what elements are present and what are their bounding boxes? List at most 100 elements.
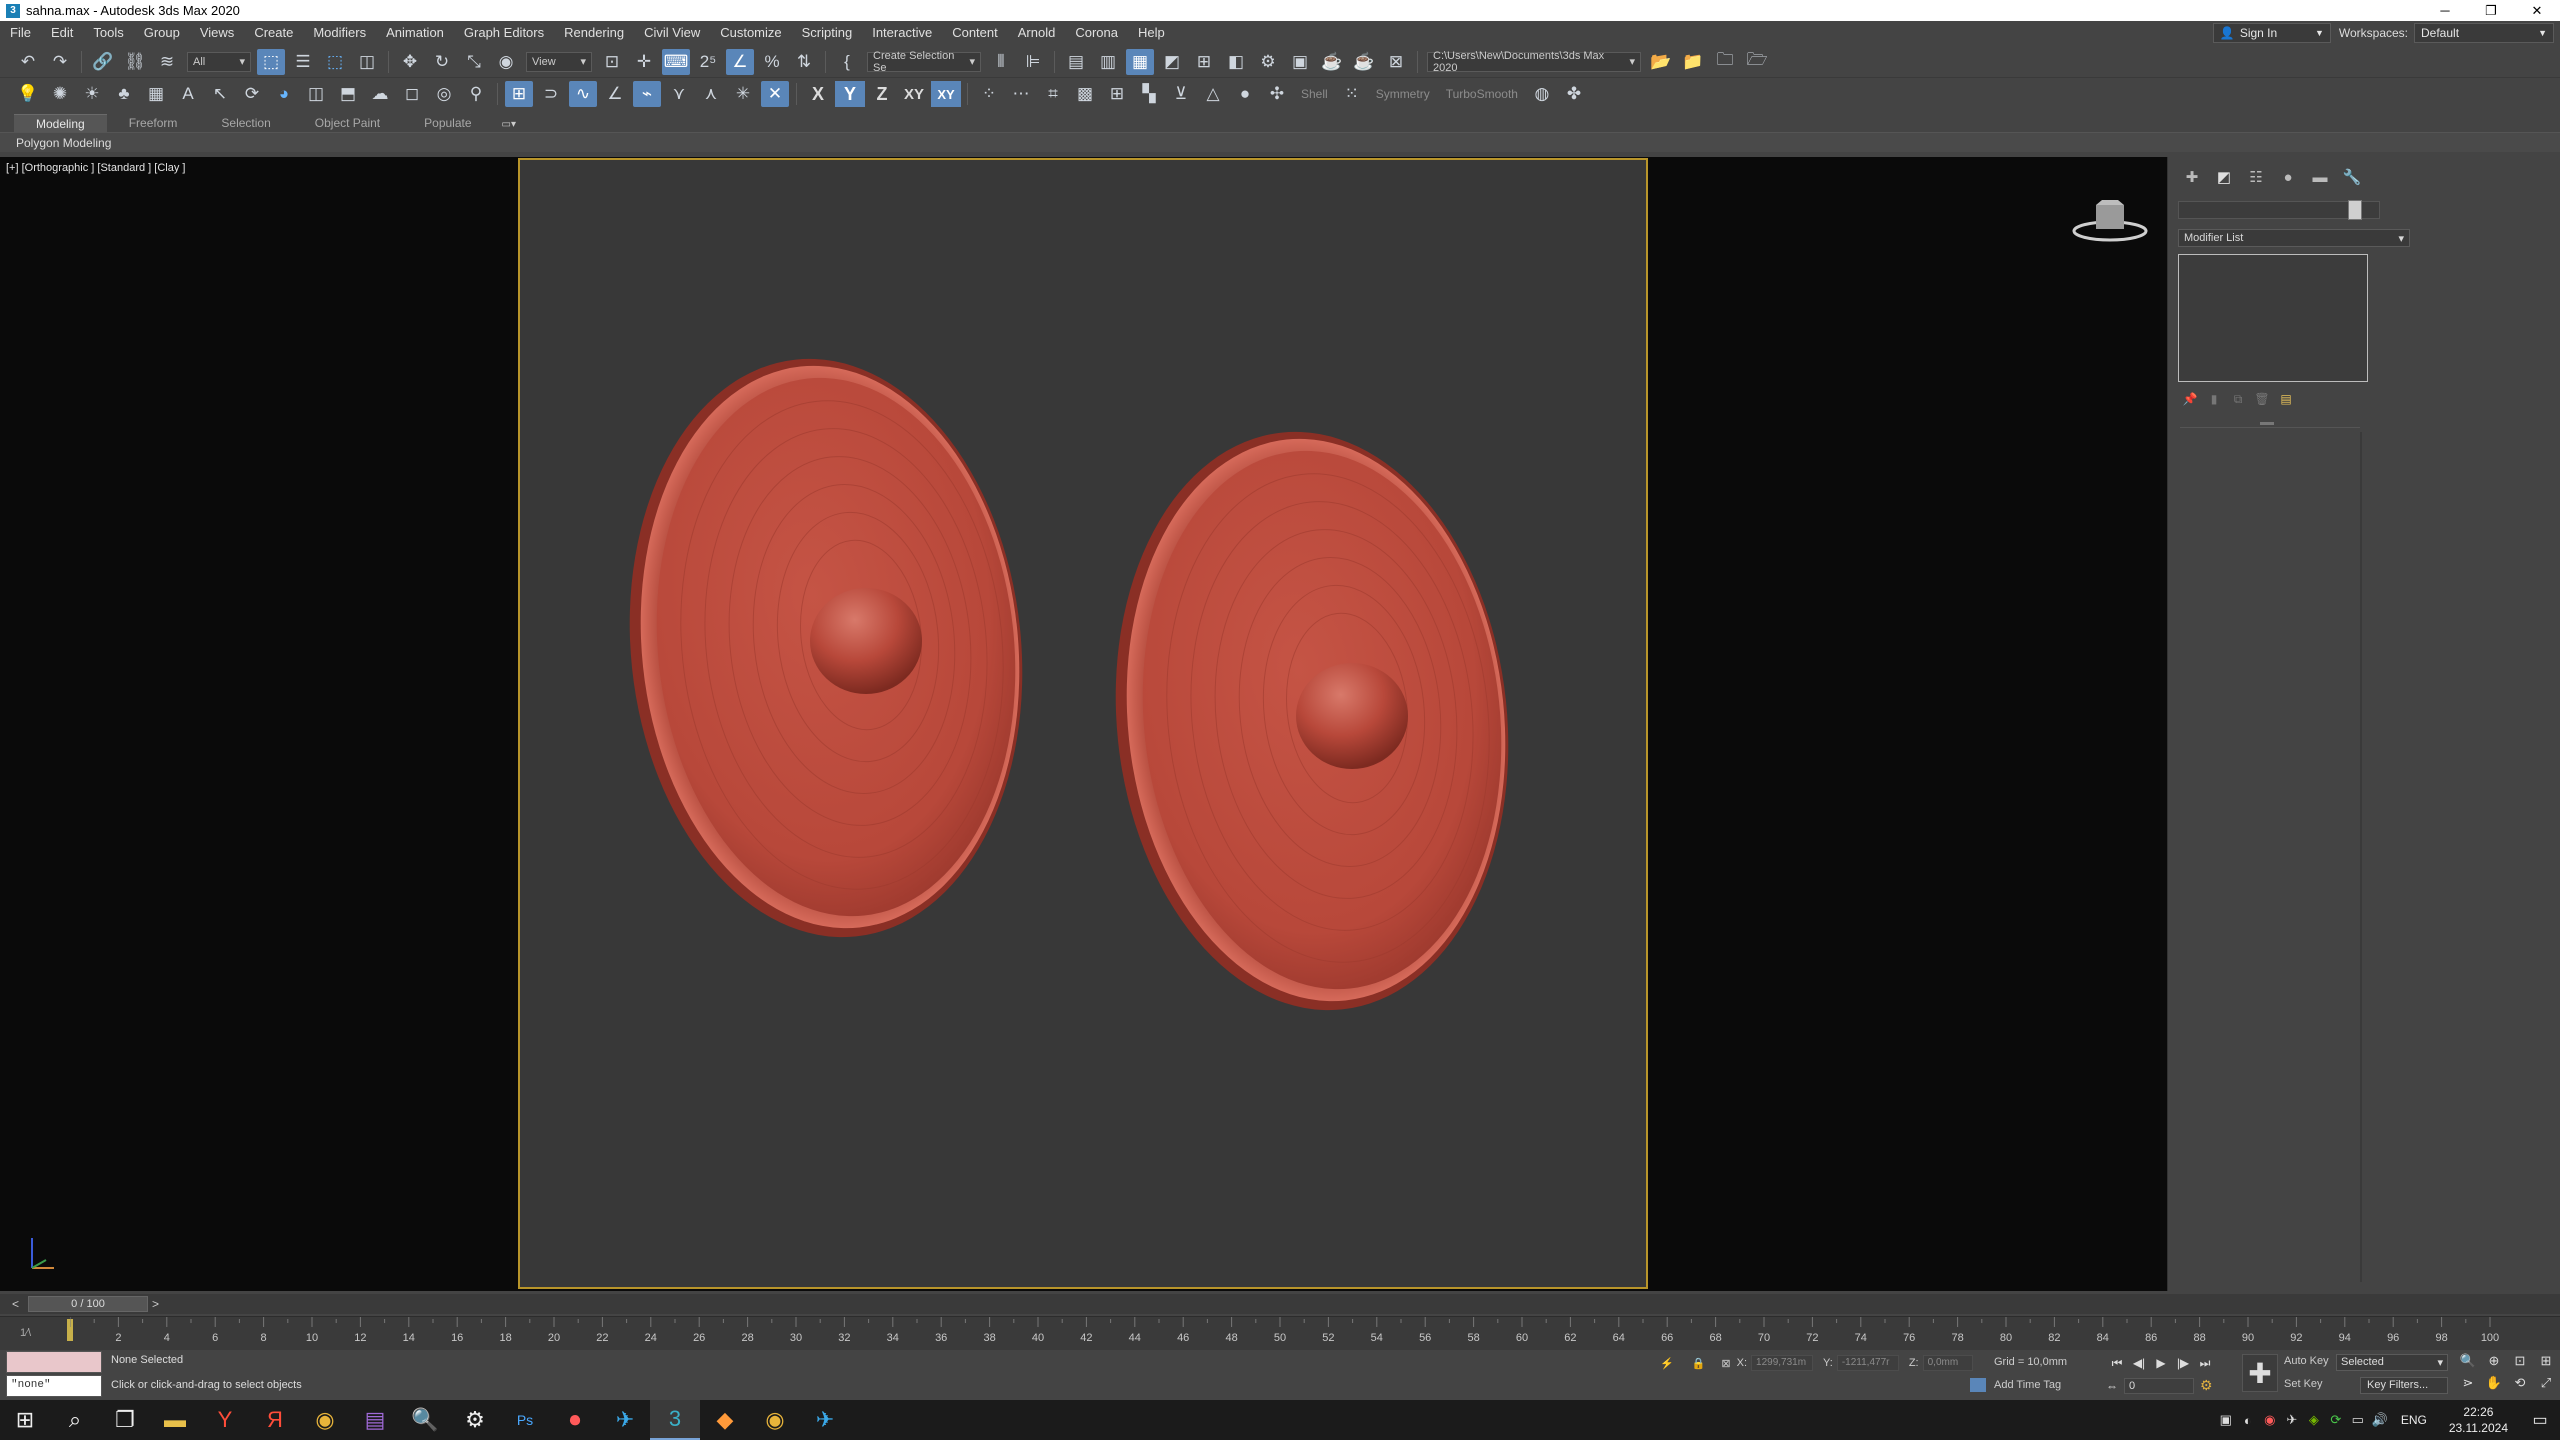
constraint-icon[interactable]: ✳: [729, 81, 757, 107]
cloud-tool-icon[interactable]: ☁: [366, 81, 394, 107]
axis-xy-plane-button[interactable]: XY: [931, 81, 961, 107]
grid-snap-icon[interactable]: ⊞: [505, 81, 533, 107]
ribbon-tab-populate[interactable]: Populate: [402, 114, 493, 132]
open-project-icon[interactable]: 📂: [1647, 49, 1675, 75]
shell-label[interactable]: Shell: [1301, 87, 1328, 101]
absolute-mode-icon[interactable]: ⊠: [1721, 1357, 1730, 1370]
scene-explorer-icon[interactable]: ▤: [1062, 49, 1090, 75]
light-icon[interactable]: 💡: [14, 81, 42, 107]
tray-yandex-icon[interactable]: ◉: [2259, 1400, 2281, 1440]
polygon-modeling-label[interactable]: Polygon Modeling: [16, 136, 111, 150]
telegram-icon[interactable]: ✈: [600, 1400, 650, 1440]
orbit-icon[interactable]: ⟲: [2508, 1374, 2532, 1392]
bind-space-warp-icon[interactable]: ≋: [153, 49, 181, 75]
render-iterative-icon[interactable]: ☕: [1350, 49, 1378, 75]
viewcube[interactable]: [2070, 195, 2150, 245]
select-manipulate-icon[interactable]: ✛: [630, 49, 658, 75]
tray-nvidia-icon[interactable]: ◈: [2303, 1400, 2325, 1440]
modifier-stack[interactable]: [2178, 254, 2368, 382]
menu-help[interactable]: Help: [1128, 21, 1175, 45]
plane-tool-icon[interactable]: ◫: [302, 81, 330, 107]
next-frame-button-icon[interactable]: |▶: [2172, 1354, 2194, 1372]
axis-x-button[interactable]: X: [803, 81, 833, 107]
selection-filter-dropdown[interactable]: All ▾: [187, 51, 251, 72]
omni-light-icon[interactable]: ✺: [46, 81, 74, 107]
modifier-list-dropdown[interactable]: Modifier List ▾: [2178, 229, 2410, 247]
symmetry-label[interactable]: Symmetry: [1376, 87, 1430, 101]
menu-create[interactable]: Create: [244, 21, 303, 45]
maximize-viewport-icon[interactable]: ⤢: [2534, 1374, 2558, 1392]
select-scale-icon[interactable]: ⤡: [460, 49, 488, 75]
magnifier-icon[interactable]: 🔍: [400, 1400, 450, 1440]
modify-tab-icon[interactable]: ◩: [2208, 165, 2240, 189]
rollout-handle[interactable]: [2260, 422, 2274, 425]
pointer-tool-icon[interactable]: ↖: [206, 81, 234, 107]
start-icon[interactable]: ⊞: [0, 1400, 50, 1440]
border-mode-icon[interactable]: ⌗: [1039, 81, 1067, 107]
snap-toggle-icon[interactable]: ∿: [569, 81, 597, 107]
go-to-end-icon[interactable]: ⏭: [2194, 1354, 2216, 1372]
axis-z-button[interactable]: Z: [867, 81, 897, 107]
render-production-icon[interactable]: ☕: [1318, 49, 1346, 75]
vertex-mode-icon[interactable]: ⁘: [975, 81, 1003, 107]
search-icon[interactable]: ⌕: [50, 1400, 100, 1440]
speaker-cone-right[interactable]: [1088, 412, 1536, 1030]
next-frame-icon[interactable]: >: [152, 1297, 164, 1311]
toggle-ribbon-icon[interactable]: ▦: [1126, 48, 1154, 75]
magnet-icon[interactable]: ⊃: [537, 81, 565, 107]
tray-app-icon[interactable]: ▣: [2215, 1400, 2237, 1440]
redo-icon[interactable]: ↷: [46, 49, 74, 75]
tray-volume-icon[interactable]: 🔊: [2369, 1400, 2391, 1440]
key-filters-button[interactable]: Key Filters...: [2360, 1377, 2448, 1394]
viewport-label-menu[interactable]: [+] [Orthographic ] [Standard ] [Clay ]: [6, 162, 185, 174]
keyboard-shortcut-override-icon[interactable]: ⌨: [662, 48, 690, 75]
smooth-icon[interactable]: ◍: [1528, 81, 1556, 107]
lock-selection-icon[interactable]: 🔒: [1692, 1357, 1706, 1370]
menu-content[interactable]: Content: [942, 21, 1008, 45]
menu-views[interactable]: Views: [190, 21, 244, 45]
yandex-icon[interactable]: Я: [250, 1400, 300, 1440]
3ds-max-taskbar-icon[interactable]: 3: [650, 1400, 700, 1440]
arnold-render-icon[interactable]: ⊠: [1382, 49, 1410, 75]
minimize-button[interactable]: ─: [2422, 0, 2468, 21]
menu-edit[interactable]: Edit: [41, 21, 83, 45]
menu-civil-view[interactable]: Civil View: [634, 21, 710, 45]
mini-curve-editor-icon[interactable]: 1⁄\: [20, 1327, 31, 1339]
symmetry-tool-icon[interactable]: ⁙: [1338, 81, 1366, 107]
auto-key-button[interactable]: Auto Key: [2284, 1355, 2329, 1367]
pin-stack-icon[interactable]: 📌: [2178, 390, 2202, 408]
edit-named-selections-icon[interactable]: {: [833, 49, 861, 75]
reference-coordinate-dropdown[interactable]: View ▾: [526, 51, 592, 72]
maximize-button[interactable]: ❐: [2468, 0, 2514, 21]
select-by-name-icon[interactable]: ☰: [289, 49, 317, 75]
torus-tool-icon[interactable]: ◎: [430, 81, 458, 107]
maxscript-output[interactable]: [6, 1351, 102, 1373]
x-coordinate-field[interactable]: 1299,731m: [1751, 1355, 1814, 1371]
schematic-view-icon[interactable]: ⊞: [1190, 49, 1218, 75]
rectangular-selection-icon[interactable]: ⬚: [321, 49, 349, 75]
select-move-icon[interactable]: ✥: [396, 49, 424, 75]
pan-icon[interactable]: ✋: [2482, 1374, 2506, 1392]
unlink-icon[interactable]: ⛓: [121, 49, 149, 75]
hierarchy-tab-icon[interactable]: ☷: [2240, 165, 2272, 189]
angle-snap-icon[interactable]: ∠: [726, 48, 754, 75]
menu-animation[interactable]: Animation: [376, 21, 454, 45]
ribbon-tab-selection[interactable]: Selection: [199, 114, 292, 132]
timeline-ruler[interactable]: 2 4 6 8 10 12 14 16 18 20 22 24 26 28 30 32 34 36 38 40 42 44…: [70, 1317, 2510, 1351]
make-unique-icon[interactable]: ⧉: [2226, 390, 2250, 408]
select-object-icon[interactable]: ⬚: [257, 48, 285, 75]
isolate-selection-icon[interactable]: ⚡: [1660, 1357, 1674, 1370]
chrome-2-icon[interactable]: ◉: [750, 1400, 800, 1440]
command-panel-scrollbar[interactable]: [2360, 432, 2362, 1282]
create-tab-icon[interactable]: ✚: [2176, 165, 2208, 189]
rotate-tool-icon[interactable]: ⟳: [238, 81, 266, 107]
workspace-dropdown[interactable]: Default ▼: [2414, 23, 2554, 43]
file-explorer-icon[interactable]: ▬: [150, 1400, 200, 1440]
menu-corona[interactable]: Corona: [1065, 21, 1128, 45]
tray-network-icon[interactable]: ▭: [2347, 1400, 2369, 1440]
key-mode-dropdown[interactable]: Selected ▾: [2336, 1354, 2448, 1371]
time-slider-thumb[interactable]: 0 / 100: [28, 1296, 148, 1312]
element-mode-icon[interactable]: ⊞: [1103, 81, 1131, 107]
zoom-extents-icon[interactable]: ⊡: [2508, 1352, 2532, 1370]
face-snap-icon[interactable]: ⋏: [697, 81, 725, 107]
